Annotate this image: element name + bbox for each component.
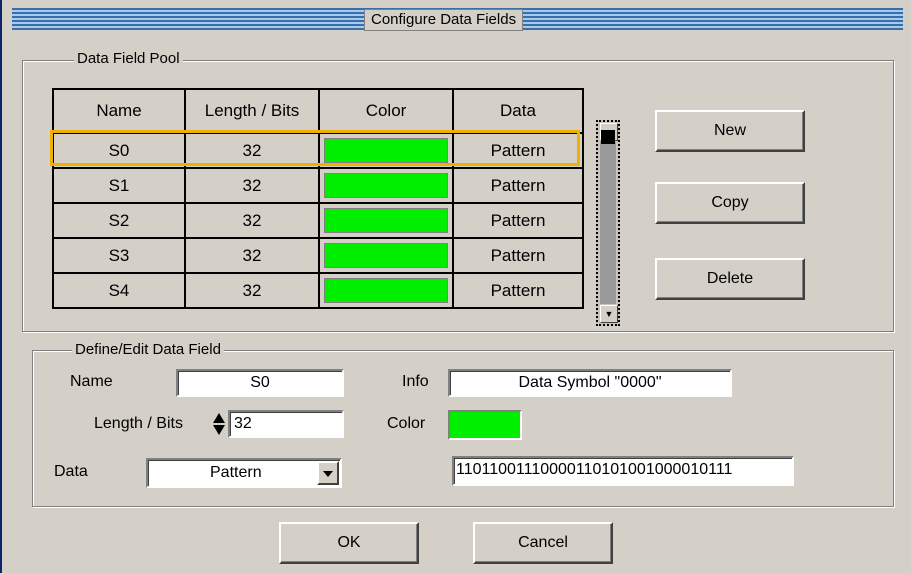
cell-length[interactable]: 32: [184, 272, 320, 309]
ok-button[interactable]: OK: [279, 522, 419, 564]
table-row[interactable]: S0 32 Pattern: [52, 132, 584, 169]
cell-name[interactable]: S2: [52, 202, 186, 239]
info-label: Info: [402, 373, 429, 390]
cell-color[interactable]: [318, 272, 454, 309]
new-button-label: New: [713, 122, 746, 139]
color-swatch: [324, 173, 448, 198]
color-swatch: [324, 138, 448, 163]
configure-data-fields-dialog: Configure Data Fields Data Field Pool Na…: [0, 0, 911, 573]
cell-data[interactable]: Pattern: [452, 167, 584, 204]
length-label: Length / Bits: [94, 415, 183, 432]
cell-data[interactable]: Pattern: [452, 272, 584, 309]
cell-color[interactable]: [318, 237, 454, 274]
info-field[interactable]: Data Symbol "0000": [448, 369, 732, 397]
copy-button-label: Copy: [711, 194, 749, 211]
scroll-down-arrow-icon[interactable]: ▼: [600, 305, 618, 323]
cell-name[interactable]: S0: [52, 132, 186, 169]
data-field-table: Name Length / Bits Color Data S0 32 Patt…: [52, 88, 584, 309]
data-type-value: Pattern: [210, 464, 262, 481]
cell-color[interactable]: [318, 132, 454, 169]
cell-data[interactable]: Pattern: [452, 132, 584, 169]
color-label: Color: [387, 415, 426, 432]
copy-button[interactable]: Copy: [655, 182, 805, 224]
table-row[interactable]: S1 32 Pattern: [52, 167, 584, 204]
cancel-button[interactable]: Cancel: [473, 522, 613, 564]
cell-length[interactable]: 32: [184, 167, 320, 204]
color-swatch: [324, 208, 448, 233]
cell-name[interactable]: S3: [52, 237, 186, 274]
new-button[interactable]: New: [655, 110, 805, 152]
column-header-length[interactable]: Length / Bits: [184, 88, 320, 134]
name-field[interactable]: S0: [176, 369, 344, 397]
dialog-title: Configure Data Fields: [364, 9, 524, 31]
color-picker[interactable]: [448, 410, 522, 440]
cell-data[interactable]: Pattern: [452, 237, 584, 274]
spin-down-icon[interactable]: [213, 425, 225, 435]
table-row[interactable]: S2 32 Pattern: [52, 202, 584, 239]
delete-button[interactable]: Delete: [655, 258, 805, 300]
name-label: Name: [70, 373, 113, 390]
data-field-pool-legend: Data Field Pool: [74, 50, 183, 68]
cancel-button-label: Cancel: [518, 534, 568, 551]
cell-color[interactable]: [318, 167, 454, 204]
pattern-field[interactable]: 11011001110000110101001000010111: [452, 456, 794, 486]
table-scrollbar[interactable]: ▲ ▼: [596, 120, 620, 326]
column-header-name[interactable]: Name: [52, 88, 186, 134]
define-edit-legend: Define/Edit Data Field: [72, 341, 224, 359]
table-row[interactable]: S3 32 Pattern: [52, 237, 584, 274]
column-header-data[interactable]: Data: [452, 88, 584, 134]
cell-length[interactable]: 32: [184, 237, 320, 274]
cell-length[interactable]: 32: [184, 132, 320, 169]
table-header-row: Name Length / Bits Color Data: [52, 88, 584, 134]
cell-name[interactable]: S4: [52, 272, 186, 309]
length-spinner[interactable]: [212, 411, 226, 437]
color-swatch: [324, 243, 448, 268]
cell-length[interactable]: 32: [184, 202, 320, 239]
column-header-color[interactable]: Color: [318, 88, 454, 134]
spin-up-icon[interactable]: [213, 413, 225, 423]
data-type-combo[interactable]: Pattern: [146, 458, 342, 488]
cell-color[interactable]: [318, 202, 454, 239]
table-row[interactable]: S4 32 Pattern: [52, 272, 584, 309]
delete-button-label: Delete: [706, 270, 754, 287]
scrollbar-track[interactable]: [600, 142, 616, 304]
cell-data[interactable]: Pattern: [452, 202, 584, 239]
dropdown-arrow-icon[interactable]: [317, 461, 339, 485]
length-field[interactable]: 32: [228, 410, 344, 438]
ok-button-label: OK: [337, 534, 361, 551]
cell-name[interactable]: S1: [52, 167, 186, 204]
scrollbar-thumb[interactable]: [601, 130, 615, 144]
color-swatch: [324, 278, 448, 303]
data-label: Data: [54, 463, 88, 480]
